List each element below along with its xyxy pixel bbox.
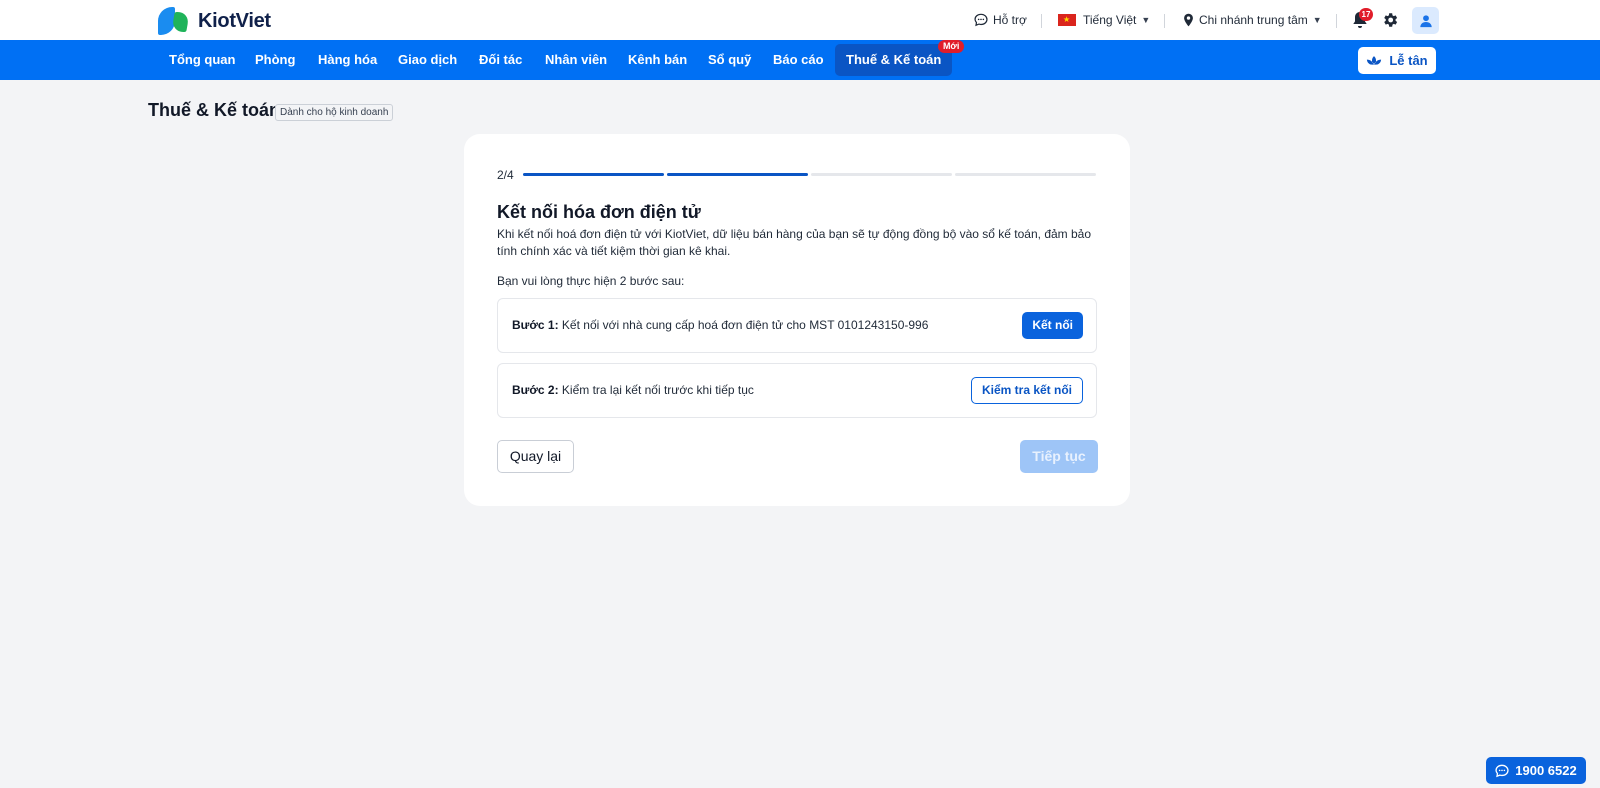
gear-icon[interactable] [1381, 11, 1399, 29]
nav-item-tong-quan[interactable]: Tổng quan [158, 44, 246, 76]
progress-segment [955, 173, 1096, 176]
chat-bubble-icon [1495, 764, 1509, 777]
instructions-text: Bạn vui lòng thực hiện 2 bước sau: [497, 274, 685, 288]
step-1-label: Bước 1: [512, 318, 559, 332]
check-connection-button[interactable]: Kiểm tra kết nối [970, 377, 1083, 404]
onboarding-card: 2/4 Kết nối hóa đơn điện tử Khi kết nối … [464, 134, 1130, 506]
nav-item-bao-cao[interactable]: Báo cáo [762, 44, 835, 76]
card-title: Kết nối hóa đơn điện tử [497, 202, 701, 222]
progress-segment [811, 173, 952, 176]
chevron-down-icon: ▼ [1141, 15, 1151, 25]
continue-button[interactable]: Tiếp tục [1020, 440, 1098, 473]
nav-item-giao-dich[interactable]: Giao dịch [387, 44, 468, 76]
hotline-button[interactable]: 1900 6522 [1486, 757, 1586, 784]
reception-button[interactable]: Lễ tân [1358, 47, 1436, 74]
kiotviet-logo-icon [158, 6, 190, 36]
branch-selector[interactable]: Chi nhánh trung tâm ▼ [1183, 0, 1322, 40]
step-indicator: 2/4 [497, 168, 514, 182]
nav-item-kenh-ban[interactable]: Kênh bán [617, 44, 698, 76]
language-label: Tiếng Việt [1083, 13, 1137, 27]
location-pin-icon [1184, 13, 1193, 27]
lotus-icon [1367, 55, 1382, 65]
reception-label: Lễ tân [1389, 53, 1428, 68]
user-icon [1419, 14, 1432, 27]
new-badge: Mới [937, 40, 965, 53]
top-bar: KiotViet Hỗ trợ Tiếng Việt ▼ Chi nhánh t… [0, 0, 1600, 40]
divider [1336, 14, 1337, 28]
divider [1041, 14, 1042, 28]
user-avatar[interactable] [1412, 7, 1439, 34]
kiotviet-logo[interactable]: KiotViet [158, 6, 271, 36]
language-selector[interactable]: Tiếng Việt ▼ [1058, 0, 1150, 40]
progress-segment [667, 173, 808, 176]
back-button[interactable]: Quay lại [497, 440, 574, 473]
nav-item-hang-hoa[interactable]: Hàng hóa [307, 44, 388, 76]
vietnam-flag-icon [1058, 14, 1076, 26]
chat-bubble-icon [974, 13, 988, 27]
card-description: Khi kết nối hoá đơn điện tử với KiotViet… [497, 227, 1092, 258]
step-2-description: Kiểm tra lại kết nối trước khi tiếp tục [561, 383, 754, 397]
step-1-box: Bước 1: Kết nối với nhà cung cấp hoá đơn… [497, 298, 1097, 353]
page-title: Thuế & Kế toán [148, 100, 281, 120]
notification-count-badge: 17 [1359, 8, 1373, 21]
nav-item-nhan-vien[interactable]: Nhân viên [534, 44, 618, 76]
nav-item-so-quy[interactable]: Sổ quỹ [697, 44, 762, 76]
step-2-label: Bước 2: [512, 383, 559, 397]
business-type-tag: Dành cho hộ kinh doanh [275, 104, 394, 121]
nav-item-doi-tac[interactable]: Đối tác [468, 44, 533, 76]
support-link[interactable]: Hỗ trợ [974, 0, 1027, 40]
step-1-text: Bước 1: Kết nối với nhà cung cấp hoá đơn… [512, 299, 928, 352]
divider [1164, 14, 1165, 28]
progress-segment [523, 173, 664, 176]
step-2-box: Bước 2: Kiểm tra lại kết nối trước khi t… [497, 363, 1097, 418]
step-1-description: Kết nối với nhà cung cấp hoá đơn điện tử… [561, 318, 929, 332]
branch-label: Chi nhánh trung tâm [1199, 13, 1308, 27]
support-label: Hỗ trợ [993, 13, 1027, 27]
hotline-number: 1900 6522 [1515, 763, 1577, 778]
chevron-down-icon: ▼ [1312, 15, 1322, 25]
app-name: KiotViet [198, 9, 271, 32]
connect-button[interactable]: Kết nối [1022, 312, 1083, 339]
step-2-text: Bước 2: Kiểm tra lại kết nối trước khi t… [512, 364, 754, 417]
nav-item-thue-ke-toan[interactable]: Thuế & Kế toán Mới [835, 40, 965, 76]
nav-item-phong[interactable]: Phòng [244, 44, 306, 76]
nav-item-label: Thuế & Kế toán [846, 52, 942, 67]
